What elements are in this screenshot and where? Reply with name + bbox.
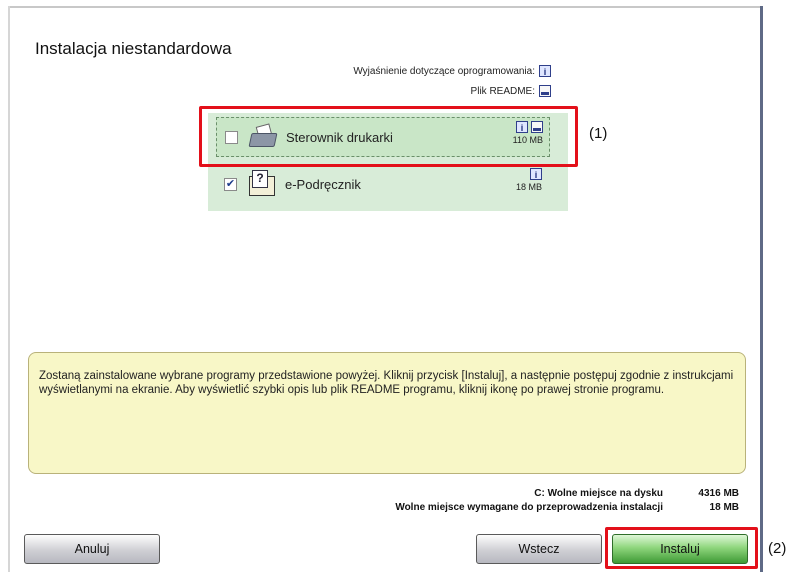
disk-required-value: 18 MB (709, 502, 739, 513)
description-panel: Zostaną zainstalowane wybrane programy p… (28, 352, 746, 474)
window-left-border (8, 6, 10, 572)
readme-label: Plik README: (470, 85, 535, 97)
back-button[interactable]: Wstecz (476, 534, 602, 564)
e-manual-size: 18 MB (515, 182, 542, 192)
e-manual-checkbox[interactable]: ✔ (224, 177, 237, 191)
disk-free-label: C: Wolne miejsce na dysku (534, 488, 663, 499)
disk-free-row: C: Wolne miejsce na dysku 4316 MB (534, 488, 739, 499)
e-manual-label: e-Podręcznik (285, 176, 361, 192)
window-right-border (760, 6, 763, 572)
e-manual-tools: i 18 MB (516, 168, 542, 192)
cancel-button[interactable]: Anuluj (24, 534, 160, 564)
e-manual-info-icon[interactable]: i (530, 168, 542, 180)
list-item-e-manual[interactable]: ✔ ? e-Podręcznik i 18 MB (216, 165, 548, 203)
highlight-marker-1 (199, 106, 578, 167)
callout-1: (1) (589, 125, 608, 142)
readme-info: Plik README: (471, 85, 551, 97)
disk-required-label: Wolne miejsce wymagane do przeprowadzeni… (395, 502, 663, 513)
info-icon: i (539, 65, 551, 77)
readme-icon (539, 85, 551, 97)
manual-icon: ? (247, 170, 277, 198)
installer-window: Instalacja niestandardowa Wyjaśnienie do… (0, 0, 799, 572)
callout-2: (2) (768, 540, 787, 557)
disk-free-value: 4316 MB (698, 488, 739, 499)
explanation-info: Wyjaśnienie dotyczące oprogramowania: i (353, 65, 551, 77)
window-top-border (8, 6, 760, 8)
description-text: Zostaną zainstalowane wybrane programy p… (39, 370, 734, 396)
highlight-marker-2 (605, 527, 758, 569)
disk-required-row: Wolne miejsce wymagane do przeprowadzeni… (395, 502, 739, 513)
page-title: Instalacja niestandardowa (35, 39, 232, 58)
explanation-label: Wyjaśnienie dotyczące oprogramowania: (353, 65, 535, 77)
